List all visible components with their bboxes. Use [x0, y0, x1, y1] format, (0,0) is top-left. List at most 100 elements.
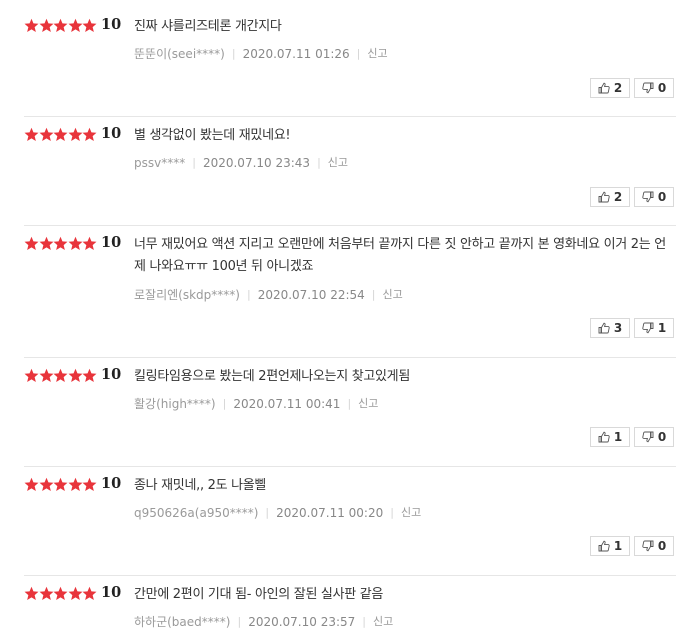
- star-icon: [82, 586, 97, 600]
- star-icon: [82, 477, 97, 491]
- dislike-count: 1: [657, 321, 667, 335]
- thumbs-up-icon: [598, 82, 610, 94]
- star-icon: [82, 236, 97, 250]
- rating-score: 10: [101, 584, 122, 601]
- vote-buttons: 3 1: [590, 318, 674, 338]
- rating-score: 10: [101, 234, 122, 251]
- dislike-count: 0: [657, 539, 667, 553]
- star-rating: [24, 234, 97, 252]
- review-date: 2020.07.11 00:20: [276, 506, 384, 520]
- star-icon: [53, 368, 68, 382]
- star-icon: [82, 127, 97, 141]
- like-button[interactable]: 3: [590, 318, 630, 338]
- dislike-button[interactable]: 0: [634, 78, 674, 98]
- review-author[interactable]: 하하군(baed****): [134, 614, 230, 630]
- star-icon: [39, 368, 53, 382]
- dislike-count: 0: [657, 81, 667, 95]
- meta-separator: |: [231, 47, 236, 60]
- star-icon: [53, 18, 68, 32]
- review-text: 킬링타임용으로 봤는데 2편언제나오는지 찾고있게됨: [134, 369, 410, 384]
- dislike-button[interactable]: 0: [634, 536, 674, 556]
- star-rating: [24, 584, 97, 602]
- star-icon: [68, 236, 82, 250]
- thumbs-up-icon: [598, 431, 610, 443]
- star-icon: [39, 127, 53, 141]
- star-icon: [39, 586, 53, 600]
- vote-buttons: 2 0: [590, 187, 674, 207]
- review-author[interactable]: 로잘리엔(skdp****): [134, 287, 240, 303]
- star-icon: [82, 368, 97, 382]
- meta-separator: |: [317, 156, 321, 169]
- rating-score: 10: [101, 366, 122, 383]
- divider: [24, 575, 676, 576]
- star-icon: [39, 236, 53, 250]
- star-icon: [24, 368, 39, 382]
- vote-buttons: 1 0: [590, 427, 674, 447]
- report-link[interactable]: 신고: [401, 505, 421, 521]
- star-icon: [24, 477, 39, 491]
- like-count: 2: [613, 81, 623, 95]
- like-button[interactable]: 2: [590, 187, 630, 207]
- star-icon: [53, 127, 68, 141]
- review-text: 종나 재밋네,, 2도 나올삘: [134, 478, 267, 493]
- review-meta: 하하군(baed****) | 2020.07.10 23:57 | 신고: [134, 614, 393, 630]
- thumbs-down-icon: [642, 322, 654, 334]
- star-icon: [68, 127, 82, 141]
- divider: [24, 466, 676, 467]
- review-text: 너무 재밌어요 액션 지리고 오랜만에 처음부터 끝까지 다른 짓 안하고 끝까…: [134, 237, 666, 274]
- report-link[interactable]: 신고: [383, 287, 403, 303]
- meta-separator: |: [192, 156, 196, 169]
- review-date: 2020.07.10 22:54: [257, 288, 365, 302]
- star-icon: [53, 586, 68, 600]
- dislike-button[interactable]: 1: [634, 318, 674, 338]
- star-rating: [24, 16, 97, 34]
- dislike-count: 0: [657, 430, 667, 444]
- review-date: 2020.07.11 00:41: [233, 397, 341, 411]
- review-author[interactable]: 뚠뚠이(seei****): [134, 46, 225, 62]
- meta-separator: |: [246, 288, 251, 301]
- review-author[interactable]: 활강(high****): [134, 396, 216, 412]
- report-link[interactable]: 신고: [328, 155, 348, 171]
- dislike-button[interactable]: 0: [634, 187, 674, 207]
- review-meta: pssv**** | 2020.07.10 23:43 | 신고: [134, 155, 348, 171]
- review-meta: 뚠뚠이(seei****) | 2020.07.11 01:26 | 신고: [134, 46, 388, 62]
- star-rating: [24, 366, 97, 384]
- review-author[interactable]: pssv****: [134, 155, 185, 171]
- review-text: 별 생각없이 봤는데 재밌네요!: [134, 128, 291, 143]
- review-text: 진짜 샤를리즈테론 개간지다: [134, 19, 282, 34]
- like-count: 2: [613, 190, 623, 204]
- like-button[interactable]: 1: [590, 536, 630, 556]
- star-icon: [53, 477, 68, 491]
- dislike-button[interactable]: 0: [634, 427, 674, 447]
- meta-separator: |: [222, 397, 227, 410]
- rating-score: 10: [101, 16, 122, 33]
- like-count: 3: [613, 321, 623, 335]
- divider: [24, 225, 676, 226]
- meta-separator: |: [390, 506, 394, 519]
- meta-separator: |: [265, 506, 270, 519]
- review-date: 2020.07.11 01:26: [242, 47, 350, 61]
- report-link[interactable]: 신고: [367, 46, 387, 62]
- star-icon: [24, 236, 39, 250]
- like-button[interactable]: 2: [590, 78, 630, 98]
- review-date: 2020.07.10 23:57: [248, 615, 356, 629]
- dislike-count: 0: [657, 190, 667, 204]
- review-date: 2020.07.10 23:43: [202, 156, 311, 170]
- thumbs-up-icon: [598, 322, 610, 334]
- review-meta: 로잘리엔(skdp****) | 2020.07.10 22:54 | 신고: [134, 287, 403, 303]
- rating-score: 10: [101, 125, 122, 142]
- meta-separator: |: [356, 47, 361, 60]
- review-meta: q950626a(a950****) | 2020.07.11 00:20 | …: [134, 505, 421, 521]
- star-icon: [24, 18, 39, 32]
- star-icon: [68, 18, 82, 32]
- thumbs-up-icon: [598, 540, 610, 552]
- like-button[interactable]: 1: [590, 427, 630, 447]
- thumbs-down-icon: [642, 191, 654, 203]
- review-author[interactable]: q950626a(a950****): [134, 505, 258, 521]
- thumbs-down-icon: [642, 82, 654, 94]
- like-count: 1: [613, 539, 623, 553]
- report-link[interactable]: 신고: [358, 396, 378, 412]
- report-link[interactable]: 신고: [373, 614, 393, 630]
- vote-buttons: 1 0: [590, 536, 674, 556]
- meta-separator: |: [371, 288, 376, 301]
